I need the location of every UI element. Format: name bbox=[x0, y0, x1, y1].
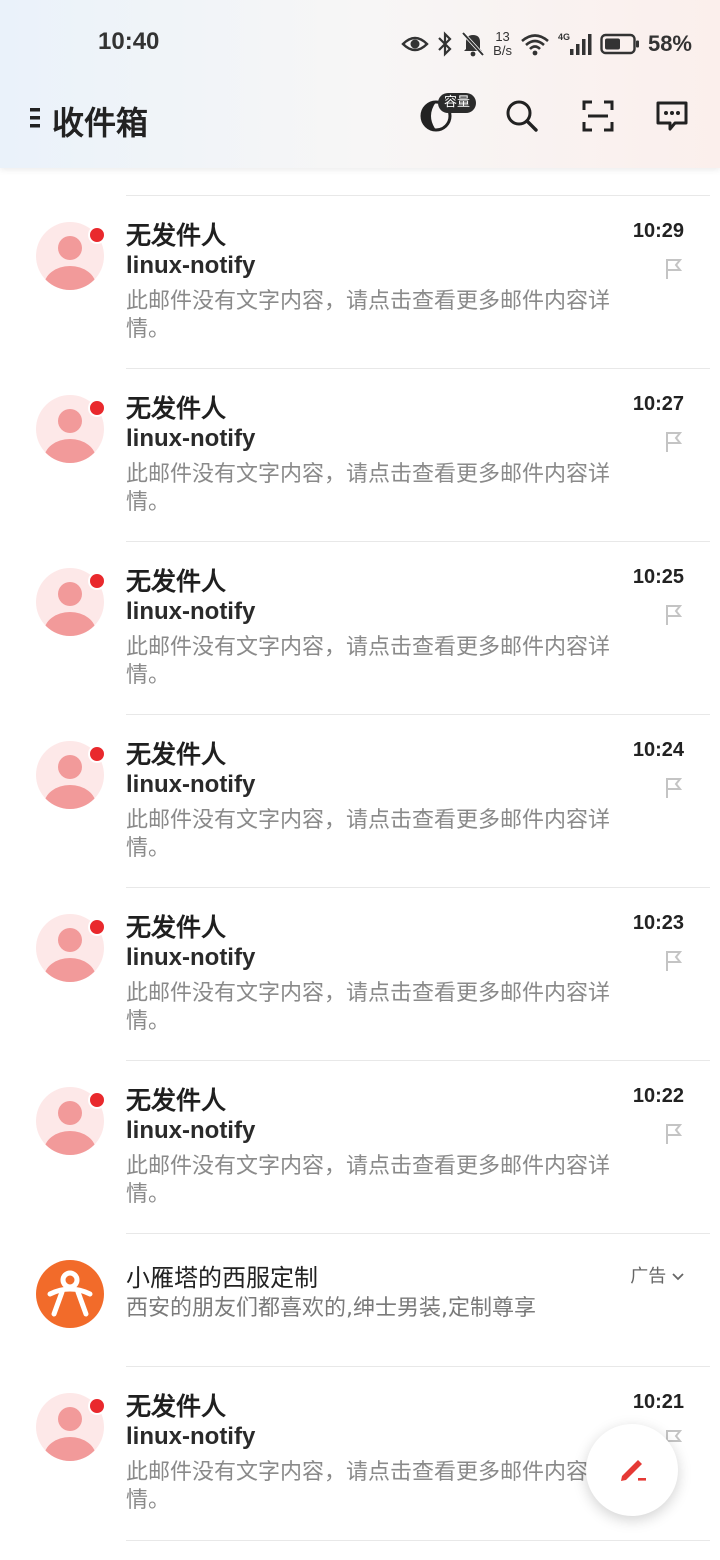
status-time: 10:40 bbox=[98, 28, 160, 55]
mail-subject: linux-notify bbox=[126, 1423, 256, 1450]
network-speed-unit: B/s bbox=[493, 43, 512, 58]
mail-preview: 此邮件没有文字内容，请点击查看更多邮件内容详 bbox=[126, 289, 611, 314]
search-icon bbox=[505, 99, 539, 137]
flag-icon[interactable] bbox=[664, 604, 684, 626]
mail-item[interactable]: 无发件人 10:24 linux-notify 此邮件没有文字内容，请点击查看更… bbox=[10, 715, 710, 887]
eye-icon bbox=[401, 34, 429, 54]
page-title: 收件箱 bbox=[52, 104, 149, 142]
bluetooth-icon bbox=[437, 31, 453, 57]
mail-item[interactable]: 无发件人 10:29 linux-notify 此邮件没有文字内容，请点击查看更… bbox=[10, 196, 710, 368]
mail-preview: 此邮件没有文字内容，请点击查看更多邮件内容详 bbox=[126, 808, 611, 833]
mail-preview: 此邮件没有文字内容，请点击查看更多邮件内容详 bbox=[126, 1460, 611, 1485]
flag-icon[interactable] bbox=[664, 950, 684, 972]
mail-preview-continued: 情。 bbox=[126, 663, 171, 688]
compose-button[interactable] bbox=[586, 1424, 678, 1516]
mail-time: 10:25 bbox=[632, 566, 684, 588]
mail-subject: linux-notify bbox=[126, 252, 256, 279]
top-bar: 10:40 13 B/s 4G 58% 收件箱 容量 bbox=[0, 0, 720, 168]
mail-item[interactable]: 无发件人 10:23 linux-notify 此邮件没有文字内容，请点击查看更… bbox=[10, 888, 710, 1060]
network-speed-value: 13 bbox=[495, 29, 510, 44]
ad-item[interactable]: 小雁塔的西服定制 广告 西安的朋友们都喜欢的,绅士男装,定制尊享 bbox=[10, 1234, 710, 1366]
ad-logo bbox=[36, 1260, 104, 1328]
mail-preview: 此邮件没有文字内容，请点击查看更多邮件内容详 bbox=[126, 1154, 611, 1179]
mail-sender: 无发件人 bbox=[126, 221, 227, 250]
battery-icon bbox=[600, 33, 640, 55]
mail-preview-continued: 情。 bbox=[126, 1182, 171, 1207]
flag-icon[interactable] bbox=[664, 258, 684, 280]
mail-item[interactable]: 无发件人 10:25 linux-notify 此邮件没有文字内容，请点击查看更… bbox=[10, 542, 710, 714]
unread-dot bbox=[88, 226, 106, 244]
mail-preview: 此邮件没有文字内容，请点击查看更多邮件内容详 bbox=[126, 635, 611, 660]
pencil-icon bbox=[614, 1450, 650, 1490]
mail-preview: 此邮件没有文字内容，请点击查看更多邮件内容详 bbox=[126, 462, 611, 487]
mail-sender: 无发件人 bbox=[126, 1086, 227, 1115]
cellular-signal-icon: 4G bbox=[558, 31, 592, 57]
mail-time: 10:27 bbox=[632, 393, 684, 415]
mail-time: 10:24 bbox=[632, 739, 684, 761]
unread-dot bbox=[88, 1397, 106, 1415]
mail-preview-continued: 情。 bbox=[126, 1488, 171, 1513]
mail-time: 10:23 bbox=[632, 912, 684, 934]
mail-list[interactable]: 无发件人 10:29 linux-notify 此邮件没有文字内容，请点击查看更… bbox=[10, 168, 710, 1560]
scan-button[interactable] bbox=[576, 96, 620, 140]
mail-preview-continued: 情。 bbox=[126, 317, 171, 342]
mail-subject: linux-notify bbox=[126, 1117, 256, 1144]
mail-sender: 无发件人 bbox=[126, 1392, 227, 1421]
menu-icon[interactable] bbox=[28, 104, 42, 132]
mail-subject: linux-notify bbox=[126, 771, 256, 798]
mail-subject: linux-notify bbox=[126, 425, 256, 452]
unread-dot bbox=[88, 572, 106, 590]
scan-icon bbox=[582, 100, 614, 136]
flag-icon[interactable] bbox=[664, 1123, 684, 1145]
ad-description: 西安的朋友们都喜欢的,绅士男装,定制尊享 bbox=[126, 1296, 536, 1321]
ad-tag-label: 广告 bbox=[630, 1266, 667, 1287]
mail-sender: 无发件人 bbox=[126, 567, 227, 596]
chat-bubble-icon bbox=[655, 100, 689, 136]
bell-muted-icon bbox=[461, 31, 485, 57]
mail-item[interactable]: 无发件人 10:27 linux-notify 此邮件没有文字内容，请点击查看更… bbox=[10, 369, 710, 541]
mail-preview-continued: 情。 bbox=[126, 490, 171, 515]
unread-dot bbox=[88, 745, 106, 763]
list-divider bbox=[126, 1540, 710, 1541]
mail-sender: 无发件人 bbox=[126, 740, 227, 769]
battery-percent: 58% bbox=[647, 31, 692, 56]
mail-subject: linux-notify bbox=[126, 598, 256, 625]
unread-dot bbox=[88, 1091, 106, 1109]
unread-dot bbox=[88, 399, 106, 417]
ad-tag[interactable]: 广告 bbox=[630, 1262, 684, 1288]
mail-sender: 无发件人 bbox=[126, 913, 227, 942]
mail-time: 10:29 bbox=[632, 220, 684, 242]
signal-label: 4G bbox=[558, 32, 570, 42]
network-speed: 13 B/s bbox=[493, 30, 512, 58]
unread-dot bbox=[88, 918, 106, 936]
flag-icon[interactable] bbox=[664, 431, 684, 453]
chevron-down-icon bbox=[672, 1266, 684, 1287]
wifi-icon bbox=[520, 32, 550, 56]
mail-sender: 无发件人 bbox=[126, 394, 227, 423]
mail-time: 10:21 bbox=[632, 1391, 684, 1413]
mail-preview-continued: 情。 bbox=[126, 836, 171, 861]
message-button[interactable] bbox=[650, 96, 694, 140]
flag-icon[interactable] bbox=[664, 777, 684, 799]
mail-time: 10:22 bbox=[632, 1085, 684, 1107]
mail-preview: 此邮件没有文字内容，请点击查看更多邮件内容详 bbox=[126, 981, 611, 1006]
storage-badge: 容量 bbox=[438, 93, 477, 113]
mail-subject: linux-notify bbox=[126, 944, 256, 971]
ad-title: 小雁塔的西服定制 bbox=[126, 1264, 318, 1292]
search-button[interactable] bbox=[500, 96, 544, 140]
status-icons: 13 B/s 4G 58% bbox=[401, 24, 692, 64]
mail-item[interactable]: 无发件人 10:22 linux-notify 此邮件没有文字内容，请点击查看更… bbox=[10, 1061, 710, 1233]
mail-preview-continued: 情。 bbox=[126, 1009, 171, 1034]
